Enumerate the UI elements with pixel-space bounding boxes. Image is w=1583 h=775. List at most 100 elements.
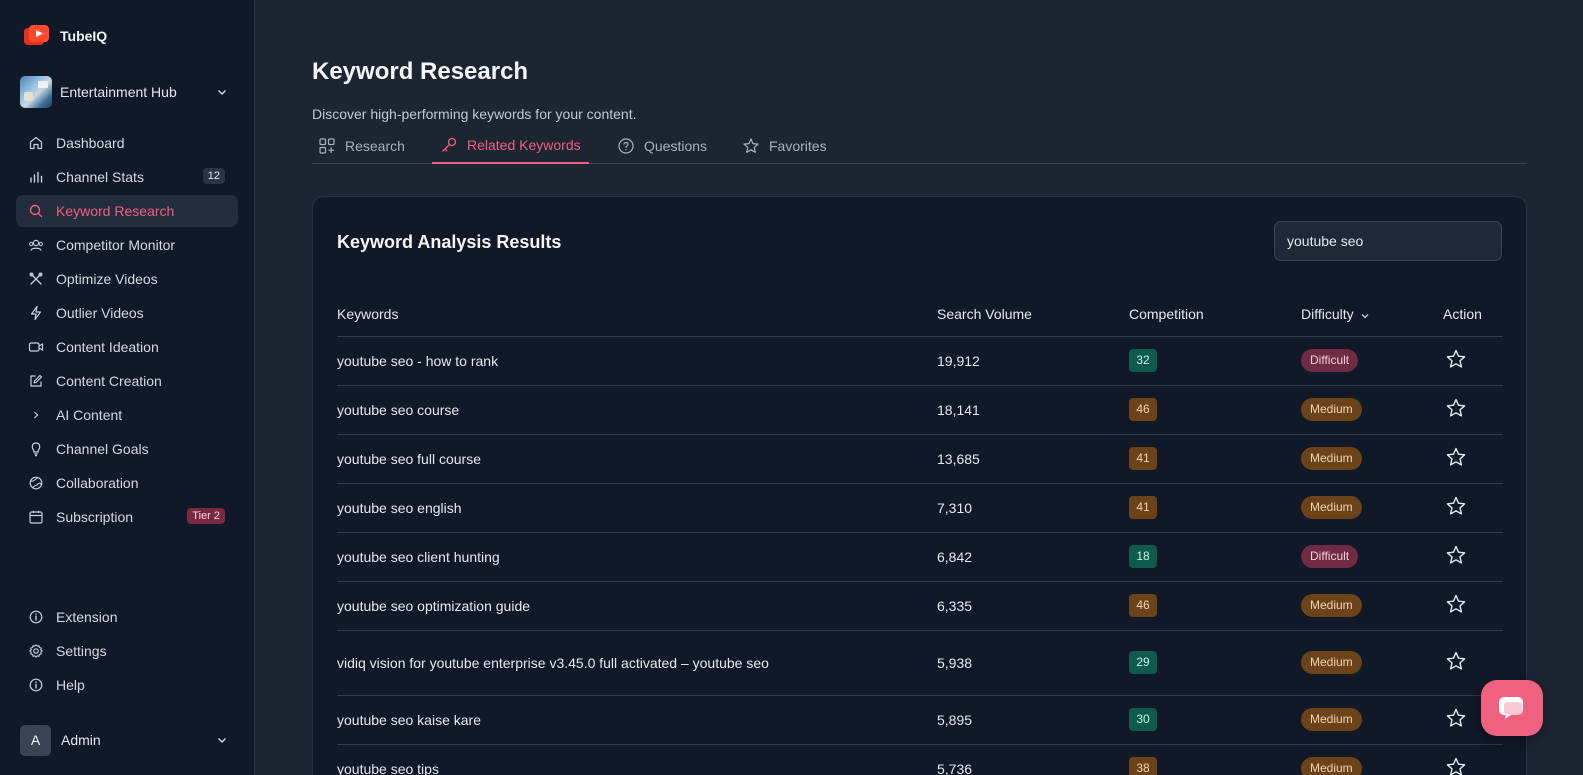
column-header-difficulty[interactable]: Difficulty [1301, 293, 1443, 337]
table-row[interactable]: youtube seo optimization guide 6,335 46 Med… [337, 581, 1503, 631]
competition-badge: 41 [1129, 496, 1157, 519]
keyword-text[interactable]: youtube seo tips [337, 759, 777, 775]
sidebar-item-label: Optimize Videos [56, 271, 158, 287]
channel-name: Entertainment Hub [60, 84, 177, 100]
tab-related-keywords[interactable]: Related Keywords [432, 128, 589, 164]
keyword-text[interactable]: youtube seo kaise kare [337, 710, 777, 730]
chat-button[interactable] [1481, 680, 1543, 736]
sidebar-item-label: Channel Stats [56, 169, 144, 185]
keyword-text[interactable]: youtube seo full course [337, 449, 777, 469]
column-header-competition[interactable]: Competition [1129, 293, 1301, 337]
star-icon [1446, 545, 1466, 564]
star-icon [1446, 757, 1466, 775]
table-row[interactable]: youtube seo client hunting 6,842 18 Difficu… [337, 532, 1503, 582]
sidebar-item-outlier-videos[interactable]: Outlier Videos [16, 297, 238, 329]
keyword-search-input[interactable]: youtube seo [1274, 221, 1502, 261]
grid-icon [319, 138, 335, 154]
table-row[interactable]: youtube seo - how to rank 19,912 32 Difficu… [337, 336, 1503, 386]
difficulty-badge: Medium [1301, 757, 1362, 775]
search-icon [29, 204, 43, 218]
keyword-table-body: youtube seo - how to rank 19,912 32 Difficu… [337, 336, 1503, 775]
sidebar-item-dashboard[interactable]: Dashboard [16, 127, 238, 159]
sidebar-item-keyword-research[interactable]: Keyword Research [16, 195, 238, 227]
search-volume: 19,912 [937, 336, 1129, 386]
lightbulb-icon [31, 442, 41, 457]
star-icon [1446, 651, 1466, 670]
tab-label: Favorites [769, 138, 827, 154]
sidebar-item-collaboration[interactable]: Collaboration [16, 467, 238, 499]
sidebar-nav: Dashboard Channel Stats 12 Keyword Resea… [16, 127, 238, 535]
globe-icon [29, 476, 43, 490]
table-row[interactable]: youtube seo kaise kare 5,895 30 Medium [337, 695, 1503, 745]
star-icon [1446, 496, 1466, 515]
sidebar-item-label: Content Creation [56, 373, 162, 389]
sidebar-item-optimize-videos[interactable]: Optimize Videos [16, 263, 238, 295]
tab-questions[interactable]: Questions [609, 128, 715, 164]
sidebar-item-help[interactable]: Help [16, 669, 238, 701]
calendar-icon [29, 510, 43, 524]
chevron-down-icon [1361, 313, 1369, 318]
favorite-button[interactable] [1443, 756, 1467, 775]
table-row[interactable]: youtube seo course 18,141 46 Medium [337, 385, 1503, 435]
sidebar-item-competitor-monitor[interactable]: Competitor Monitor [16, 229, 238, 261]
tab-label: Research [345, 138, 405, 154]
keyword-text[interactable]: youtube seo english [337, 498, 777, 518]
competition-badge: 38 [1129, 757, 1157, 775]
competition-badge: 18 [1129, 545, 1157, 568]
table-row[interactable]: vidiq vision for youtube enterprise v3.4… [337, 630, 1503, 696]
search-volume: 18,141 [937, 385, 1129, 435]
favorite-button[interactable] [1443, 348, 1467, 370]
column-header-keywords[interactable]: Keywords [337, 293, 937, 337]
search-volume: 5,895 [937, 695, 1129, 745]
table-row[interactable]: youtube seo full course 13,685 41 Medium [337, 434, 1503, 484]
page-title: Keyword Research [312, 58, 529, 85]
favorite-button[interactable] [1443, 650, 1467, 672]
brand[interactable]: TubeIQ [24, 25, 107, 47]
video-icon [28, 342, 44, 352]
competition-badge: 46 [1129, 594, 1157, 617]
chat-icon [1499, 697, 1523, 719]
competition-badge: 32 [1129, 349, 1157, 372]
tab-favorites[interactable]: Favorites [734, 128, 835, 164]
user-menu[interactable]: A Admin [20, 724, 228, 756]
tab-research[interactable]: Research [310, 128, 413, 164]
star-icon [743, 138, 759, 153]
sidebar-item-content-ideation[interactable]: Content Ideation [16, 331, 238, 363]
table-row[interactable]: youtube seo tips 5,736 38 Medium [337, 744, 1503, 775]
sidebar-item-channel-goals[interactable]: Channel Goals [16, 433, 238, 465]
sidebar-item-extension[interactable]: Extension [16, 601, 238, 633]
sidebar-item-settings[interactable]: Settings [16, 635, 238, 667]
difficulty-badge: Difficult [1301, 349, 1359, 372]
favorite-button[interactable] [1443, 544, 1467, 566]
table-row[interactable]: youtube seo english 7,310 41 Medium [337, 483, 1503, 533]
competition-badge: 41 [1129, 447, 1157, 470]
sidebar-item-ai-content[interactable]: AI Content [16, 399, 238, 431]
favorite-button[interactable] [1443, 707, 1467, 729]
sidebar-item-label: Outlier Videos [56, 305, 144, 321]
keyword-text[interactable]: youtube seo optimization guide [337, 596, 777, 616]
sidebar-item-label: Collaboration [56, 475, 139, 491]
sidebar-item-subscription[interactable]: Subscription Tier 2 [16, 501, 238, 533]
favorite-button[interactable] [1443, 446, 1467, 468]
keyword-text[interactable]: youtube seo client hunting [337, 547, 777, 567]
channel-switcher[interactable]: Entertainment Hub [20, 74, 228, 110]
favorite-button[interactable] [1443, 593, 1467, 615]
keyword-text[interactable]: youtube seo - how to rank [337, 351, 777, 371]
favorite-button[interactable] [1443, 397, 1467, 419]
star-icon [1446, 708, 1466, 727]
difficulty-badge: Medium [1301, 398, 1362, 421]
favorite-button[interactable] [1443, 495, 1467, 517]
card-title: Keyword Analysis Results [337, 232, 562, 252]
sidebar-item-channel-stats[interactable]: Channel Stats 12 [16, 161, 238, 193]
sidebar-item-content-creation[interactable]: Content Creation [16, 365, 238, 397]
column-header-search-volume[interactable]: Search Volume [937, 293, 1129, 337]
keyword-text[interactable]: vidiq vision for youtube enterprise v3.4… [337, 653, 777, 673]
sidebar-item-label: Help [56, 677, 85, 693]
star-icon [1446, 398, 1466, 417]
user-name: Admin [61, 732, 101, 748]
edit-icon [30, 374, 43, 387]
sidebar-item-label: Channel Goals [56, 441, 149, 457]
gear-icon [29, 644, 43, 658]
avatar: A [20, 724, 51, 756]
keyword-text[interactable]: youtube seo course [337, 400, 777, 420]
